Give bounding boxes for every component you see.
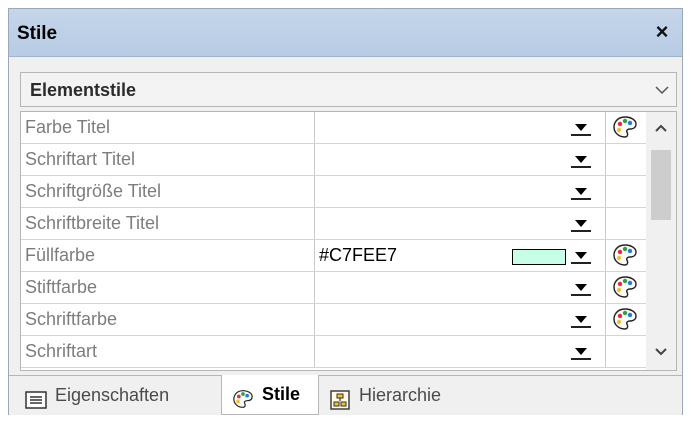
style-row[interactable]: Schriftfarbe	[21, 304, 646, 336]
tab-label: Hierarchie	[359, 385, 442, 405]
style-type-select[interactable]: Elementstile	[20, 72, 677, 107]
dropdown-arrow-button[interactable]	[571, 217, 591, 232]
style-row[interactable]: Füllfarbe #C7FEE7	[21, 240, 646, 272]
color-picker-button[interactable]	[605, 304, 645, 335]
style-type-value: Elementstile	[30, 80, 137, 100]
tab-stile[interactable]: Stile	[221, 375, 319, 415]
style-property-name: Schriftbreite Titel	[21, 208, 315, 239]
style-row[interactable]: Schriftart	[21, 336, 646, 368]
dropdown-arrow-button[interactable]	[571, 121, 591, 136]
hierarchy-icon	[329, 385, 351, 423]
dropdown-arrow-button[interactable]	[571, 185, 591, 200]
dropdown-arrow-button[interactable]	[571, 345, 591, 360]
style-row[interactable]: Schriftgröße Titel	[21, 176, 646, 208]
tab-eigenschaften[interactable]: Eigenschaften	[15, 376, 221, 414]
close-button[interactable]: ×	[650, 19, 674, 45]
palette-icon	[613, 308, 637, 330]
scroll-up-icon[interactable]	[653, 120, 669, 136]
color-swatch	[512, 249, 566, 265]
dropdown-arrow-button[interactable]	[571, 153, 591, 168]
style-property-name: Schriftart	[21, 336, 315, 367]
style-row[interactable]: Stiftfarbe	[21, 272, 646, 304]
style-value-field[interactable]	[315, 272, 612, 303]
color-picker-button	[605, 208, 645, 239]
style-value-field[interactable]	[315, 112, 612, 143]
panel-title: Stile	[17, 23, 58, 44]
panel-tabs: Eigenschaften Stile Hierarchie	[9, 375, 682, 415]
style-value-field[interactable]	[315, 336, 612, 367]
palette-icon	[613, 116, 637, 138]
styles-panel: Stile × Elementstile Farbe Titel Schrifta…	[8, 8, 683, 415]
tab-label: Eigenschaften	[55, 385, 170, 405]
style-row[interactable]: Farbe Titel	[21, 112, 646, 144]
style-property-name: Stiftfarbe	[21, 272, 315, 303]
tab-hierarchie[interactable]: Hierarchie	[319, 376, 469, 414]
vertical-scrollbar[interactable]	[646, 112, 676, 370]
palette-icon	[613, 244, 637, 266]
scroll-down-icon[interactable]	[653, 344, 669, 360]
style-property-name: Füllfarbe	[21, 240, 315, 271]
style-value-field[interactable]	[315, 304, 612, 335]
scrollbar-thumb[interactable]	[651, 150, 671, 220]
dropdown-arrow-button[interactable]	[571, 313, 591, 328]
style-property-name: Farbe Titel	[21, 112, 315, 143]
styles-grid: Farbe Titel Schriftart Titel Schriftgröße …	[20, 111, 677, 371]
color-picker-button	[605, 176, 645, 207]
color-picker-button[interactable]	[605, 272, 645, 303]
palette-icon	[232, 384, 254, 422]
list-icon	[25, 385, 47, 423]
style-property-name: Schriftart Titel	[21, 144, 315, 175]
style-property-name: Schriftfarbe	[21, 304, 315, 335]
style-value-text: #C7FEE7	[319, 245, 398, 265]
color-picker-button[interactable]	[605, 240, 645, 271]
style-row[interactable]: Schriftart Titel	[21, 144, 646, 176]
palette-icon	[613, 276, 637, 298]
chevron-down-icon	[655, 86, 669, 95]
style-row[interactable]: Schriftbreite Titel	[21, 208, 646, 240]
panel-titlebar: Stile ×	[9, 9, 682, 57]
style-value-field[interactable]	[315, 208, 612, 239]
style-value-field[interactable]	[315, 176, 612, 207]
color-picker-button	[605, 336, 645, 367]
dropdown-arrow-button[interactable]	[571, 249, 591, 264]
color-picker-button[interactable]	[605, 112, 645, 143]
style-value-field[interactable]: #C7FEE7	[315, 240, 612, 271]
style-value-field[interactable]	[315, 144, 612, 175]
dropdown-arrow-button[interactable]	[571, 281, 591, 296]
color-picker-button	[605, 144, 645, 175]
style-property-name: Schriftgröße Titel	[21, 176, 315, 207]
tab-label: Stile	[262, 384, 301, 404]
